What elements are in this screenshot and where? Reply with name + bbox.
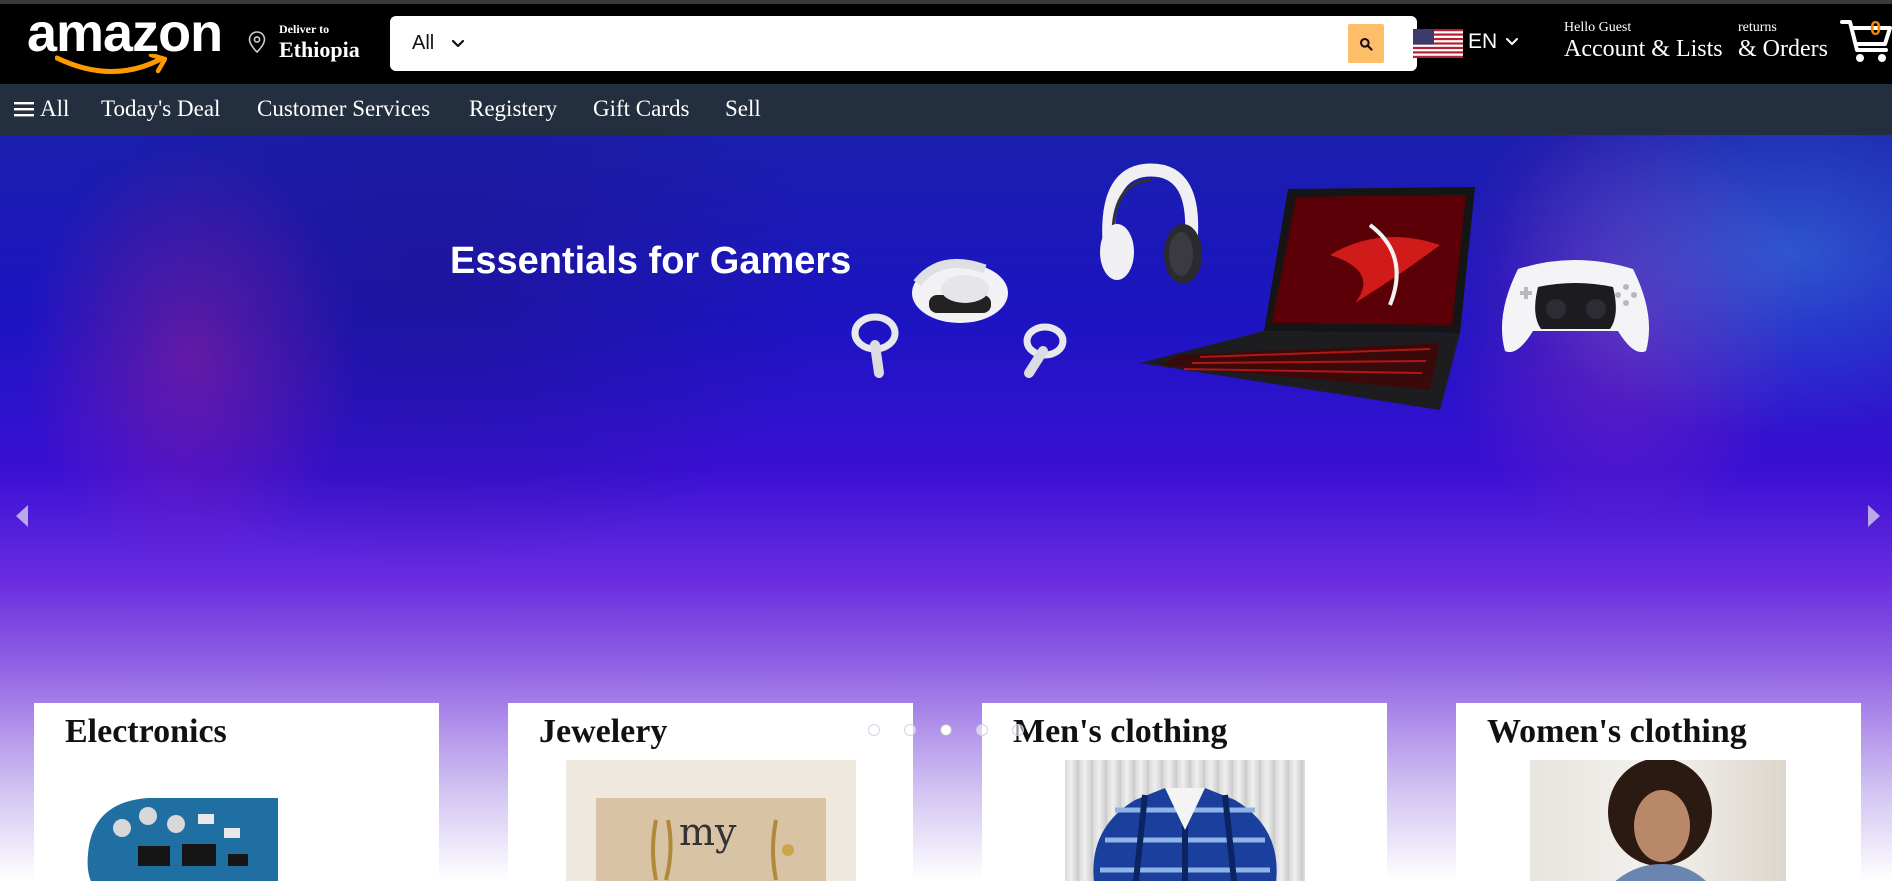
search-input[interactable] [492,16,1337,71]
carousel-dot-2[interactable] [904,724,916,736]
womens-model-image [1530,760,1786,881]
nav-sell[interactable]: Sell [725,96,761,122]
account-greeting: Hello Guest [1564,20,1632,35]
vr-headset-image [851,258,1067,378]
language-selector[interactable]: EN [1413,27,1523,59]
hamburger-icon [14,102,34,117]
cart-count: 0 [1870,18,1882,40]
circuit-board-image [87,798,278,881]
search-bar: All [390,16,1417,71]
gaming-laptop-image [1140,187,1475,410]
deliver-location: Ethiopia [279,37,360,62]
account-lists-label: Account & Lists [1564,36,1723,62]
amazon-logo[interactable]: amazon [27,3,227,76]
carousel-dot-4[interactable] [976,724,988,736]
category-title: Electronics [65,713,227,750]
carousel-next-arrow-icon[interactable] [1866,503,1882,529]
nav-registery[interactable]: Registery [469,96,557,122]
earrings-icon [651,819,794,881]
returns-label: returns [1738,20,1777,35]
hero-title: Essentials for Gamers [450,240,852,282]
nav-bar: All Today's Deal Customer Services Regis… [0,84,1892,135]
cart-button[interactable]: 0 [1840,14,1892,66]
category-title: Jewelery [539,713,668,750]
logo-smile-icon [55,54,167,74]
nav-customer-services[interactable]: Customer Services [257,96,430,122]
top-header: amazon Deliver to Ethiopia All EN Hello … [0,0,1892,84]
deliver-to-label: Deliver to [279,22,330,36]
chevron-down-icon [1506,38,1518,45]
jewelry-image: my [566,760,856,881]
orders-label: & Orders [1738,36,1828,62]
carousel-dot-5[interactable] [1012,724,1024,736]
search-category-label: All [412,32,435,54]
deliver-to[interactable]: Deliver to Ethiopia [248,18,378,66]
game-controller-image [1501,260,1650,353]
nav-all-menu[interactable]: All [14,96,69,122]
shopping-cart-icon [1840,20,1892,62]
category-card-jewelery[interactable]: Jewelery my [508,703,913,881]
nav-gift-cards[interactable]: Gift Cards [593,96,689,122]
us-flag-icon [1413,29,1463,58]
search-category-select[interactable]: All [390,16,490,71]
carousel-prev-arrow-icon[interactable] [14,503,30,529]
model-portrait-icon [1608,760,1712,881]
search-icon [1360,37,1373,51]
search-button[interactable] [1348,24,1384,63]
carousel-dot-3[interactable] [940,724,952,736]
nav-todays-deal[interactable]: Today's Deal [101,96,220,122]
map-pin-icon [248,31,266,53]
category-card-electronics[interactable]: Electronics [34,703,439,881]
chevron-down-icon [452,39,465,47]
mens-shirt-image [1065,760,1305,881]
category-card-mens-clothing[interactable]: Men's clothing [982,703,1387,881]
category-title: Men's clothing [1013,713,1228,750]
nav-all-label: All [40,96,70,121]
carousel-dots [868,724,1028,738]
plaid-shirt-icon [1093,788,1277,881]
category-title: Women's clothing [1487,713,1747,750]
category-card-womens-clothing[interactable]: Women's clothing [1456,703,1861,881]
language-code: EN [1468,30,1498,53]
carousel-dot-1[interactable] [868,724,880,736]
